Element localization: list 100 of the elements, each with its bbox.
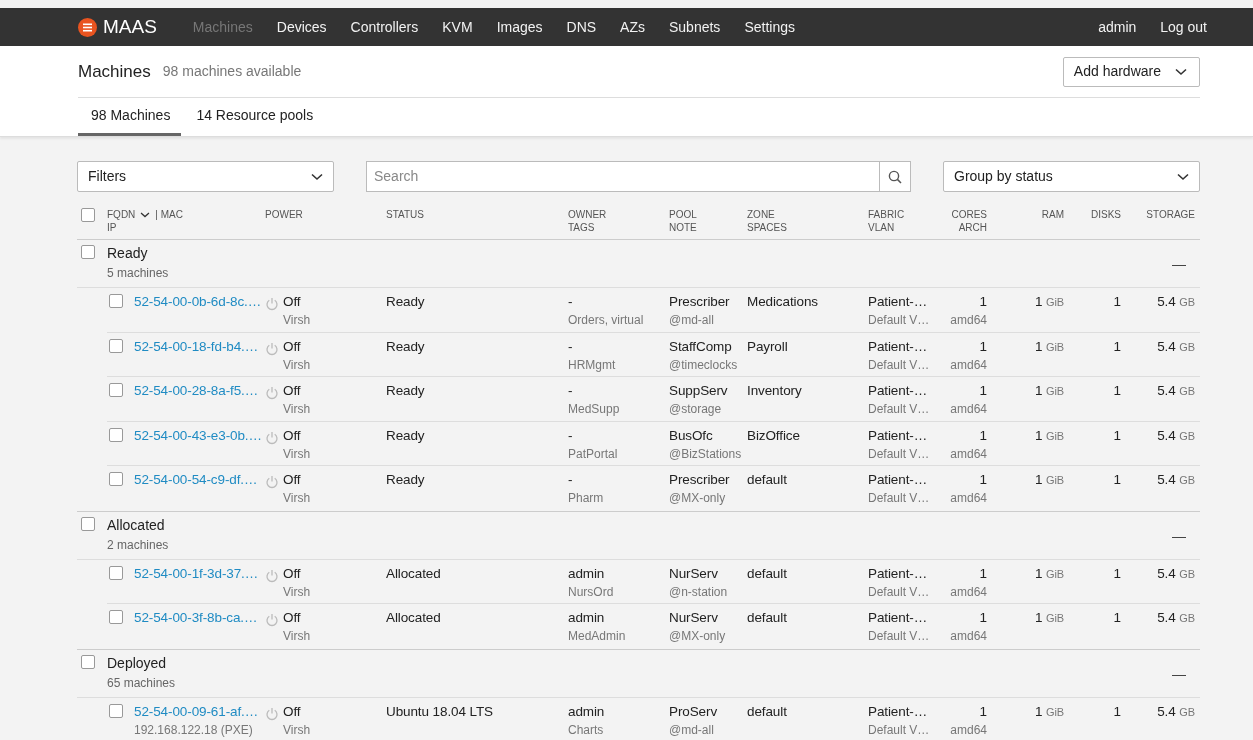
status-text: Ready <box>386 426 426 445</box>
machine-link[interactable]: 52-54-00-09-61-af.… <box>134 702 259 721</box>
checkbox[interactable] <box>109 383 123 397</box>
storage-text: 5.4 GB <box>1156 426 1195 445</box>
owner-text: admin <box>568 564 606 583</box>
power-icon <box>265 297 279 311</box>
owner-text: admin <box>568 702 606 721</box>
nav-link[interactable]: Settings <box>732 16 807 38</box>
column-header: POWER <box>265 208 303 221</box>
group-title: Allocated <box>107 515 166 534</box>
machine-link[interactable]: 52-54-00-28-8a-f5.… <box>134 382 259 400</box>
chevron-down-icon <box>1177 172 1189 181</box>
checkbox[interactable] <box>109 338 123 353</box>
fabric-text: Patient-… <box>868 337 929 356</box>
chevron-down-icon <box>1175 67 1187 76</box>
checkbox[interactable] <box>109 472 123 486</box>
ram-text: 1 GiB <box>1033 382 1064 400</box>
checkbox[interactable] <box>109 703 123 718</box>
tab[interactable]: 98 Machines <box>78 98 182 136</box>
logout-link[interactable]: Log out <box>1148 16 1207 38</box>
owner-text: - <box>568 293 574 311</box>
machine-link[interactable]: 52-54-00-54-c9-df.… <box>134 471 258 489</box>
add-hardware-button[interactable]: Add hardware <box>1062 56 1200 87</box>
disks-text: 1 <box>1112 702 1121 721</box>
power-state: Off <box>283 702 302 721</box>
machine-link[interactable]: 52-54-00-3f-8b-ca.… <box>134 609 258 627</box>
ram-text: 1 GiB <box>1033 426 1064 445</box>
machine-link[interactable]: 52-54-00-1f-3d-37.… <box>134 564 259 583</box>
checkbox[interactable] <box>109 565 123 580</box>
machine-count: 98 machines available <box>162 62 302 81</box>
collapse-toggle[interactable]: — <box>1158 525 1200 547</box>
logo-text: MAAS <box>103 14 157 39</box>
group-count: 5 machines <box>107 265 169 282</box>
nav-link[interactable]: Images <box>484 16 555 38</box>
column-header: POOL <box>669 208 697 221</box>
note-text: @storage <box>669 401 723 418</box>
nav-link[interactable]: Controllers <box>338 16 431 38</box>
nav-link[interactable]: Subnets <box>657 16 733 38</box>
collapse-toggle[interactable]: — <box>1158 254 1200 275</box>
pool-text: Prescriber <box>669 471 731 489</box>
logo-icon <box>78 17 97 37</box>
pool-text: ProServ <box>669 702 719 721</box>
machine-link[interactable]: 52-54-00-43-e3-0b.… <box>134 426 262 445</box>
storage-text: 5.4 GB <box>1156 382 1195 400</box>
nav-link[interactable]: DNS <box>554 16 609 38</box>
nav-link[interactable]: AZs <box>608 16 657 38</box>
tab[interactable]: 14 Resource pools <box>183 98 325 136</box>
arch-text: amd64 <box>949 490 987 507</box>
machine-link[interactable]: 52-54-00-0b-6d-8c.… <box>134 293 262 311</box>
power-icon <box>265 475 279 489</box>
nav-link[interactable]: KVM <box>430 16 485 38</box>
column-header: IP <box>107 221 118 234</box>
checkbox[interactable] <box>109 427 123 442</box>
owner-text: admin <box>568 609 606 627</box>
column-header: RAM <box>1041 208 1064 221</box>
ram-text: 1 GiB <box>1033 702 1064 721</box>
zone-text: default <box>747 702 788 721</box>
cores-text: 1 <box>978 293 987 311</box>
cores-text: 1 <box>978 702 987 721</box>
storage-text: 5.4 GB <box>1156 471 1195 489</box>
power-state: Off <box>283 609 302 627</box>
checkbox[interactable] <box>109 294 123 308</box>
power-icon <box>265 386 279 400</box>
disks-text: 1 <box>1112 426 1121 445</box>
zone-text: default <box>747 609 788 627</box>
ram-text: 1 GiB <box>1033 564 1064 583</box>
tags-text: HRMgmt <box>568 356 617 374</box>
checkbox[interactable] <box>81 654 95 669</box>
user-link[interactable]: admin <box>1086 16 1149 38</box>
checkbox[interactable] <box>109 610 123 624</box>
column-header: TAGS <box>568 221 596 234</box>
storage-text: 5.4 GB <box>1156 609 1195 627</box>
storage-text: 5.4 GB <box>1156 564 1195 583</box>
power-type: Virsh <box>283 401 311 418</box>
collapse-toggle[interactable]: — <box>1158 663 1200 685</box>
vlan-text: Default V… <box>868 401 931 418</box>
note-text: @MX-only <box>669 628 727 645</box>
status-text: Ubuntu 18.04 LTS <box>386 702 494 721</box>
pool-text: NurServ <box>669 609 719 627</box>
tags-text: PatPortal <box>568 445 619 463</box>
machine-link[interactable]: 52-54-00-18-fd-b4.… <box>134 337 259 356</box>
checkbox[interactable] <box>81 208 95 222</box>
arch-text: amd64 <box>949 583 987 601</box>
cores-text: 1 <box>978 564 987 583</box>
pool-text: StaffComp <box>669 337 733 356</box>
chevron-down-icon <box>311 172 323 181</box>
vlan-text: Default V… <box>868 628 931 645</box>
group-count: 65 machines <box>107 674 176 692</box>
group-by-dropdown[interactable]: Group by status <box>943 161 1200 192</box>
power-icon <box>265 706 279 721</box>
fabric-text: Patient-… <box>868 293 929 311</box>
search-field[interactable]: Search <box>366 161 879 192</box>
vlan-text: Default V… <box>868 445 931 463</box>
filters-dropdown[interactable]: Filters <box>77 161 334 192</box>
tags-text: Charts <box>568 721 605 739</box>
checkbox[interactable] <box>81 245 95 259</box>
column-header[interactable]: FQDN <box>107 208 136 221</box>
search-button[interactable] <box>879 161 911 192</box>
checkbox[interactable] <box>81 516 95 531</box>
nav-link[interactable]: Devices <box>264 16 339 38</box>
